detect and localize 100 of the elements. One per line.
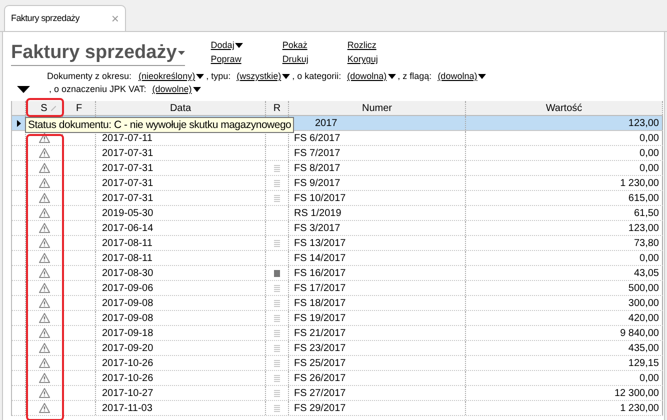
table-row[interactable]: 2017-10-27 FS 27/2017 12 300,00 bbox=[12, 386, 663, 401]
table-cell-text: FS 19/2017 bbox=[294, 312, 346, 326]
column-header[interactable]: Data bbox=[96, 101, 266, 115]
table-cell-text: 129,15 bbox=[628, 356, 659, 370]
table-row[interactable]: 2017-09-18 FS 21/2017 9 840,00 bbox=[12, 326, 663, 341]
table-row[interactable]: 2017-07-31 FS 10/2017 615,00 bbox=[12, 191, 663, 206]
warning-icon bbox=[38, 388, 50, 398]
warning-icon bbox=[38, 223, 50, 233]
warning-icon bbox=[38, 178, 50, 188]
warning-icon bbox=[38, 268, 50, 278]
table-cell-text: 2017-07-31 bbox=[102, 192, 154, 206]
column-header[interactable]: S bbox=[26, 101, 63, 115]
filter-label: , typu: bbox=[206, 70, 231, 83]
filter-dropdown[interactable]: (nieokreślony) bbox=[138, 70, 204, 83]
column-header[interactable]: F bbox=[63, 101, 96, 115]
table-row[interactable]: 2019-05-30 RS 1/2019 61,50 bbox=[12, 206, 663, 221]
row-pointer-icon bbox=[16, 120, 20, 126]
column-header[interactable]: R bbox=[266, 101, 289, 115]
table-row[interactable]: 2017-09-20 FS 23/2017 435,00 bbox=[12, 341, 663, 356]
warning-icon bbox=[38, 238, 50, 248]
table-cell-text: 0,00 bbox=[640, 146, 659, 160]
warning-icon bbox=[38, 313, 50, 323]
table-cell-text: 1 230,00 bbox=[620, 176, 659, 190]
filter-label: , o oznaczeniu JPK VAT: bbox=[49, 83, 146, 96]
filter-label: Dokumenty z okresu: bbox=[47, 70, 132, 83]
table-row[interactable]: 2017-07-31 FS 9/2017 1 230,00 bbox=[12, 176, 663, 191]
caret-icon bbox=[16, 86, 30, 93]
table-cell-text: FS 7/2017 bbox=[294, 146, 340, 160]
warning-icon bbox=[38, 403, 50, 413]
filter-dropdown[interactable]: (wszystkie) bbox=[236, 70, 290, 83]
caret-icon bbox=[282, 74, 290, 79]
table-cell-text: 2017-08-30 bbox=[102, 266, 154, 280]
table-cell-text: 1 230,00 bbox=[620, 402, 659, 416]
warning-icon bbox=[38, 193, 50, 203]
table-cell-text: 2019-05-30 bbox=[102, 206, 154, 220]
table-row[interactable]: 2017-09-08 FS 18/2017 300,00 bbox=[12, 296, 663, 311]
table-cell-text: 2017-06-14 bbox=[102, 222, 154, 236]
table-cell-text: 2017-09-20 bbox=[102, 342, 154, 356]
table-cell-text: 12 300,00 bbox=[614, 386, 659, 400]
table-row[interactable]: 2017-07-31 FS 7/2017 0,00 bbox=[12, 146, 663, 161]
table-cell-text: FS 23/2017 bbox=[294, 342, 346, 356]
page-title[interactable]: Faktury sprzedaży bbox=[11, 41, 185, 66]
table-row[interactable]: 2017-08-11 FS 13/2017 73,80 bbox=[12, 236, 663, 251]
table-row[interactable]: 2017-07-31 FS 8/2017 0,00 bbox=[12, 161, 663, 176]
table-cell-text: 9 840,00 bbox=[620, 326, 659, 340]
table-cell-text: 0,00 bbox=[640, 252, 659, 266]
table-row[interactable]: 2017-06-14 FS 3/2017 123,00 bbox=[12, 221, 663, 236]
table-cell-text: FS 3/2017 bbox=[294, 222, 340, 236]
tooltip: Status dokumentu: C - nie wywołuje skutku magazynowego bbox=[25, 117, 294, 133]
table-cell-text: 61,50 bbox=[634, 206, 659, 220]
table-cell-text: 300,00 bbox=[628, 296, 659, 310]
table-cell-text: 123,00 bbox=[628, 222, 659, 236]
action-link[interactable]: Popraw bbox=[210, 52, 244, 66]
table-row[interactable]: 2017-07-11 FS 6/2017 0,00 bbox=[12, 131, 663, 146]
table-cell-text: 2017-08-11 bbox=[102, 252, 152, 266]
filters-toggle[interactable] bbox=[15, 86, 31, 93]
table-cell-text: FS 29/2017 bbox=[294, 402, 346, 416]
table-cell-text: FS 25/2017 bbox=[294, 356, 346, 370]
warning-icon bbox=[38, 298, 50, 308]
table-cell-text: 2017 bbox=[315, 116, 338, 130]
action-link[interactable]: Pokaż bbox=[282, 38, 308, 52]
table-cell-text: 123,00 bbox=[628, 116, 659, 130]
column-header[interactable]: Numer bbox=[289, 101, 466, 115]
caret-icon bbox=[478, 74, 486, 79]
table-cell-text: 2017-07-11 bbox=[102, 132, 152, 146]
warning-icon bbox=[38, 148, 50, 158]
action-link[interactable]: Dodaj bbox=[210, 38, 244, 52]
document-tab[interactable]: Faktury sprzedaży × bbox=[4, 5, 126, 31]
table-cell-text: 73,80 bbox=[634, 236, 659, 250]
table-cell-text: 435,00 bbox=[628, 342, 659, 356]
table-row[interactable]: 2017-11-03 FS 29/2017 1 230,00 bbox=[12, 401, 663, 416]
table-cell-text: FS 13/2017 bbox=[294, 236, 346, 250]
table-row[interactable]: 2017-10-26 FS 26/2017 0,00 bbox=[12, 371, 663, 386]
table-row[interactable]: 2017-09-06 FS 17/2017 500,00 bbox=[12, 281, 663, 296]
table-row[interactable]: 2017-09-08 FS 19/2017 420,00 bbox=[12, 311, 663, 326]
table-cell-text: 2017-09-08 bbox=[102, 312, 154, 326]
table-cell-text: FS 21/2017 bbox=[294, 326, 346, 340]
table-cell-text: FS 9/2017 bbox=[294, 176, 340, 190]
filter-dropdown[interactable]: (dowolne) bbox=[152, 83, 201, 96]
table-cell-text: FS 8/2017 bbox=[294, 162, 340, 176]
table-row[interactable]: 2017-10-26 FS 25/2017 129,15 bbox=[12, 356, 663, 371]
filter-dropdown[interactable]: (dowolna) bbox=[347, 70, 396, 83]
table-cell-text: 420,00 bbox=[628, 312, 659, 326]
table-cell-text: 2017-11-03 bbox=[102, 402, 152, 416]
action-link[interactable]: Rozlicz bbox=[347, 38, 378, 52]
filter-label: , z flagą: bbox=[398, 70, 432, 83]
filter-dropdown[interactable]: (dowolna) bbox=[438, 70, 486, 83]
warning-icon bbox=[38, 283, 50, 293]
table-row[interactable]: 2017-08-30 FS 16/2017 43,05 bbox=[12, 266, 663, 281]
warning-icon bbox=[38, 208, 50, 218]
caret-icon bbox=[388, 74, 396, 79]
column-header[interactable]: Wartość bbox=[466, 101, 663, 115]
warning-icon bbox=[38, 373, 50, 383]
table-cell-text: FS 27/2017 bbox=[294, 386, 346, 400]
action-link[interactable]: Drukuj bbox=[282, 52, 308, 66]
table-cell-text: 2017-07-31 bbox=[102, 146, 154, 160]
action-link[interactable]: Koryguj bbox=[347, 52, 378, 66]
table-cell-text: 2017-08-11 bbox=[102, 236, 152, 250]
table-cell-text: 2017-10-27 bbox=[102, 386, 154, 400]
table-row[interactable]: 2017-08-11 FS 14/2017 0,00 bbox=[12, 251, 663, 266]
